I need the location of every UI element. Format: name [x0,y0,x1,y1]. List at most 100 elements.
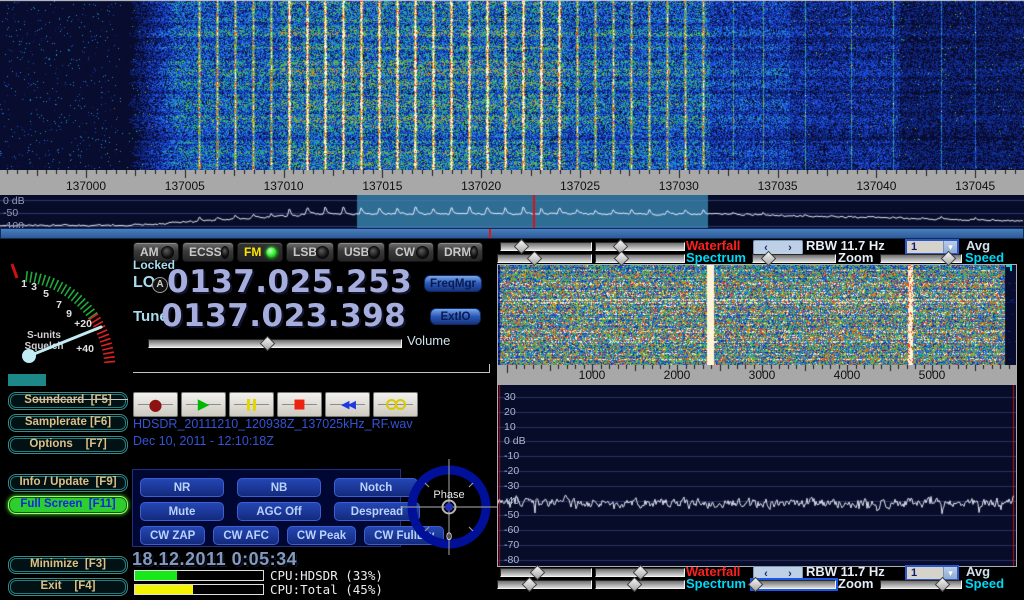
arrow-right-icon[interactable]: › [788,242,792,254]
tune-frequency-display[interactable]: 0137.023.398 [161,300,406,332]
main-spectrum-display[interactable]: 0 dB-50-100 [0,195,1024,228]
waterfall-contrast-slider[interactable] [500,242,592,251]
s-meter-pivot [22,349,36,363]
record-button[interactable]: ● [133,392,178,417]
chevron-down-icon[interactable]: ▾ [943,567,957,579]
spectrum-offset-slider[interactable] [595,580,685,589]
dsp-row: NRNBNotch [140,478,418,497]
audio-db-axis-label: -50 [504,509,519,521]
arrow-left-icon[interactable]: ‹ [764,568,768,580]
spectrum-range-slider[interactable] [497,254,592,263]
zoom-slider[interactable] [752,254,836,263]
waterfall-shift-arrows[interactable]: ‹› [753,566,803,581]
zoom-slider-thumb[interactable] [748,577,764,593]
frequency-tick-label: 137035 [748,179,808,193]
arrow-right-icon[interactable]: › [788,568,792,580]
options-button[interactable]: Options [F7] [8,436,128,454]
main-waterfall-display[interactable] [0,0,1024,170]
info-update-button[interactable]: Info / Update [F9] [8,474,128,492]
spectrum-offset-slider-thumb[interactable] [627,577,643,593]
full-screen-button[interactable]: Full Screen [F11] [8,496,128,514]
s-meter-tick-label: +20 [74,318,92,330]
audio-db-axis-label: -10 [504,450,519,462]
freqmgr-button[interactable]: FreqMgr [424,275,482,292]
spectrum-label: Spectrum [686,577,746,591]
tune-position-marker [489,229,491,238]
waterfall-contrast-slider[interactable] [500,568,592,577]
audio-frequency-tick-label: 3000 [732,368,792,382]
spectrum-range-slider-thumb[interactable] [521,577,537,593]
waterfall-brightness-slider[interactable] [595,242,685,251]
volume-slider[interactable] [148,339,402,348]
speed-slider[interactable] [880,254,962,263]
speed-slider[interactable] [880,580,962,589]
waterfall-marker [1010,265,1012,271]
mode-led-indicator [369,247,379,258]
mode-button-drm[interactable]: DRM [437,242,483,262]
mode-button-ecss[interactable]: ECSS [182,242,234,262]
cpu-total-label: CPU:Total (45%) [270,582,383,597]
audio-frequency-tick-label: 1000 [562,368,622,382]
play-button[interactable]: ▶ [181,392,226,417]
dsp-button-nb[interactable]: NB [237,478,321,497]
mode-button-bar: AMECSSFMLSBUSBCWDRM [133,242,483,262]
cpu-hdsdr-label: CPU:HDSDR (33%) [270,568,383,583]
right-display-group: 10002000300040005000 3020100 dB-10-20-30… [497,264,1017,567]
dsp-button-cw-peak[interactable]: CW Peak [287,526,356,545]
pause-icon [247,399,256,411]
speed-slider-thumb[interactable] [935,577,951,593]
dsp-button-cw-zap[interactable]: CW ZAP [140,526,205,545]
pause-button[interactable] [229,392,274,417]
lo-auto-badge[interactable]: A [152,277,168,293]
dsp-button-nr[interactable]: NR [140,478,224,497]
pause-bar [253,399,256,411]
audio-frequency-tick-label: 5000 [902,368,962,382]
s-meter-tick-label: +40 [76,343,94,355]
lo-frequency-display[interactable]: 0137.025.253 [167,266,412,298]
zoom-label: Zoom [838,251,873,265]
zoom-slider[interactable] [752,580,836,589]
db-axis-label: -50 [3,207,18,219]
loop-ring [395,399,406,410]
avg-dropdown-value: 1 [907,567,943,579]
dsp-panel: NRNBNotchMuteAGC OffDespreadCW ZAPCW AFC… [132,469,401,547]
group-divider [489,364,490,373]
exit-button[interactable]: Exit [F4] [8,578,128,596]
avg-dropdown-value: 1 [907,241,943,253]
s-meter-tick-label: 1 [21,278,27,290]
dsp-button-mute[interactable]: Mute [140,502,224,521]
rewind-button[interactable]: ◀◀ [325,392,370,417]
local-datetime: 18.12.2011 0:05:34 [132,549,297,570]
mode-button-usb[interactable]: USB [337,242,385,262]
mode-button-label: LSB [293,245,317,259]
mode-led-indicator [317,247,328,258]
dsp-button-cw-afc[interactable]: CW AFC [213,526,279,545]
dsp-button-agc-off[interactable]: AGC Off [237,502,321,521]
audio-spectrum-display[interactable] [498,385,1016,566]
avg-dropdown[interactable]: 1▾ [905,565,959,581]
mode-button-cw[interactable]: CW [388,242,434,262]
stop-button[interactable]: ■ [277,392,322,417]
waterfall-shift-arrows[interactable]: ‹› [753,240,803,255]
spectrum-offset-slider[interactable] [595,254,685,263]
chevron-down-icon[interactable]: ▾ [943,241,957,253]
spectrum-label: Spectrum [686,251,746,265]
mode-button-fm[interactable]: FM [237,242,283,262]
squelch-slider[interactable] [8,374,46,386]
main-spectrum-canvas [0,195,1024,228]
loop-icon [386,399,406,410]
waterfall-brightness-slider[interactable] [595,568,685,577]
waterfall-contrast-slider-thumb[interactable] [530,565,546,581]
loop-button[interactable] [373,392,418,417]
audio-waterfall-display[interactable] [498,265,1016,365]
soundcard-button[interactable]: Soundcard [F5] [8,392,128,410]
spectrum-range-slider[interactable] [497,580,592,589]
phase-indicator: Phase 0 [398,454,500,560]
volume-slider-thumb[interactable] [260,336,276,352]
waterfall-contrast-slider-thumb[interactable] [514,239,530,255]
extio-button[interactable]: ExtIO [430,308,481,325]
mode-button-lsb[interactable]: LSB [286,242,334,262]
minimize-button[interactable]: Minimize [F3] [8,556,128,574]
main-frequency-scale[interactable]: 1370001370051370101370151370201370251370… [0,170,1024,195]
samplerate-button[interactable]: Samplerate [F6] [8,414,128,432]
